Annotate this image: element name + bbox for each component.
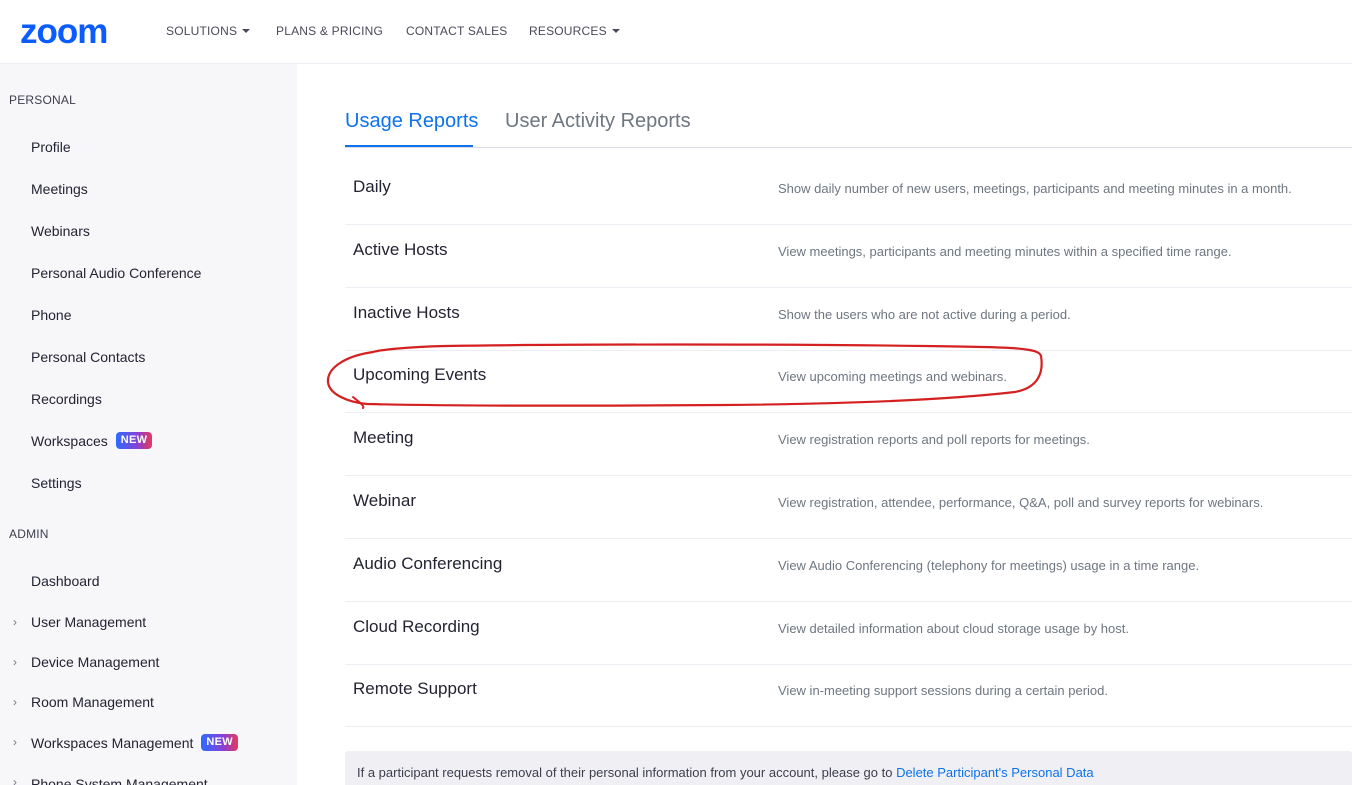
report-description: View registration, attendee, performance…: [778, 495, 1264, 510]
report-tabs: Usage Reports User Activity Reports: [345, 108, 1352, 148]
new-badge: NEW: [201, 734, 238, 751]
chevron-right-icon[interactable]: ›: [13, 775, 17, 785]
sidebar-item-profile[interactable]: Profile: [31, 139, 71, 155]
report-row-cloud-recording: Cloud Recording View detailed informatio…: [345, 602, 1352, 665]
sidebar-item-label: User Management: [31, 614, 147, 630]
nav-resources[interactable]: RESOURCES: [529, 24, 620, 38]
zoom-logo[interactable]: zoom: [20, 14, 132, 48]
top-navigation-bar: zoom SOLUTIONS PLANS & PRICING CONTACT S…: [0, 0, 1352, 64]
active-tab-indicator: [345, 145, 473, 147]
nav-contact-sales[interactable]: CONTACT SALES: [406, 24, 508, 38]
sidebar-item-label: Personal Audio Conference: [31, 265, 202, 281]
nav-resources-label: RESOURCES: [529, 24, 607, 38]
sidebar-item-settings[interactable]: Settings: [31, 475, 82, 491]
report-description: Show the users who are not active during…: [778, 307, 1071, 322]
report-link-active-hosts[interactable]: Active Hosts: [353, 240, 447, 260]
sidebar-item-meetings[interactable]: Meetings: [31, 181, 88, 197]
report-link-remote-support[interactable]: Remote Support: [353, 679, 477, 699]
nav-contact-sales-label: CONTACT SALES: [406, 24, 508, 38]
chevron-right-icon[interactable]: ›: [13, 655, 17, 669]
delete-participant-data-link[interactable]: Delete Participant's Personal Data: [896, 765, 1094, 780]
sidebar-item-label: Workspaces: [31, 432, 108, 449]
sidebar-item-label: Settings: [31, 475, 82, 491]
svg-text:zoom: zoom: [20, 14, 107, 48]
sidebar-item-personal-contacts[interactable]: Personal Contacts: [31, 349, 145, 365]
report-link-meeting[interactable]: Meeting: [353, 428, 413, 448]
chevron-down-icon: [242, 29, 251, 33]
report-row-upcoming-events: Upcoming Events View upcoming meetings a…: [345, 350, 1352, 413]
sidebar-heading-admin: ADMIN: [9, 527, 49, 541]
report-row-active-hosts: Active Hosts View meetings, participants…: [345, 225, 1352, 288]
sidebar-item-label: Profile: [31, 139, 71, 155]
report-link-upcoming-events[interactable]: Upcoming Events: [353, 365, 486, 385]
sidebar: PERSONAL Profile Meetings Webinars Perso…: [0, 64, 297, 785]
sidebar-item-room-management[interactable]: Room Management: [31, 694, 154, 710]
sidebar-item-phone[interactable]: Phone: [31, 307, 71, 323]
chevron-right-icon[interactable]: ›: [13, 735, 17, 749]
report-row-inactive-hosts: Inactive Hosts Show the users who are no…: [345, 288, 1352, 351]
report-description: View meetings, participants and meeting …: [778, 244, 1232, 259]
chevron-right-icon[interactable]: ›: [13, 695, 17, 709]
sidebar-item-device-management[interactable]: Device Management: [31, 654, 159, 670]
tab-user-activity-reports[interactable]: User Activity Reports: [505, 110, 691, 133]
report-link-inactive-hosts[interactable]: Inactive Hosts: [353, 303, 460, 323]
report-description: View registration reports and poll repor…: [778, 432, 1090, 447]
report-row-webinar: Webinar View registration, attendee, per…: [345, 476, 1352, 539]
sidebar-item-label: Meetings: [31, 181, 88, 197]
sidebar-item-label: Device Management: [31, 654, 160, 670]
sidebar-item-label: Phone System Management: [31, 776, 208, 785]
report-description: View in-meeting support sessions during …: [778, 683, 1108, 698]
report-description: View upcoming meetings and webinars.: [778, 369, 1007, 384]
report-link-audio-conferencing[interactable]: Audio Conferencing: [353, 554, 502, 574]
report-row-audio-conferencing: Audio Conferencing View Audio Conferenci…: [345, 539, 1352, 602]
sidebar-item-label: Dashboard: [31, 573, 100, 589]
sidebar-item-workspaces[interactable]: Workspaces NEW: [31, 432, 153, 449]
report-link-daily[interactable]: Daily: [353, 177, 391, 197]
nav-solutions-label: SOLUTIONS: [166, 24, 238, 38]
report-row-remote-support: Remote Support View in-meeting support s…: [345, 664, 1352, 727]
sidebar-item-label: Personal Contacts: [31, 349, 146, 365]
sidebar-item-workspaces-management[interactable]: Workspaces Management NEW: [31, 734, 238, 751]
personal-data-notice: If a participant requests removal of the…: [345, 751, 1352, 785]
report-row-daily: Daily Show daily number of new users, me…: [345, 162, 1352, 225]
report-description: View detailed information about cloud st…: [778, 621, 1129, 636]
sidebar-item-label: Recordings: [31, 391, 102, 407]
sidebar-item-label: Phone: [31, 307, 72, 323]
chevron-down-icon: [611, 29, 620, 33]
report-description: View Audio Conferencing (telephony for m…: [778, 558, 1200, 573]
sidebar-item-label: Room Management: [31, 694, 154, 710]
sidebar-item-phone-system-management[interactable]: Phone System Management: [31, 776, 208, 785]
notice-message: If a participant requests removal of the…: [357, 765, 897, 780]
nav-plans-pricing[interactable]: PLANS & PRICING: [276, 24, 383, 38]
sidebar-item-personal-audio-conference[interactable]: Personal Audio Conference: [31, 265, 201, 281]
new-badge: NEW: [115, 432, 153, 449]
nav-plans-pricing-label: PLANS & PRICING: [276, 24, 384, 38]
sidebar-item-user-management[interactable]: User Management: [31, 614, 146, 630]
report-link-webinar[interactable]: Webinar: [353, 491, 416, 511]
tab-usage-reports[interactable]: Usage Reports: [345, 110, 478, 133]
sidebar-item-label: Workspaces Management: [31, 734, 194, 751]
sidebar-heading-personal: PERSONAL: [9, 93, 76, 107]
sidebar-item-label: Webinars: [31, 223, 90, 239]
report-row-meeting: Meeting View registration reports and po…: [345, 413, 1352, 476]
sidebar-item-recordings[interactable]: Recordings: [31, 391, 102, 407]
report-link-cloud-recording[interactable]: Cloud Recording: [353, 617, 480, 637]
notice-text: If a participant requests removal of the…: [357, 765, 1094, 780]
chevron-right-icon[interactable]: ›: [13, 615, 17, 629]
nav-solutions[interactable]: SOLUTIONS: [166, 24, 251, 38]
sidebar-item-dashboard[interactable]: Dashboard: [31, 573, 100, 589]
report-description: Show daily number of new users, meetings…: [778, 181, 1292, 196]
sidebar-item-webinars[interactable]: Webinars: [31, 223, 90, 239]
